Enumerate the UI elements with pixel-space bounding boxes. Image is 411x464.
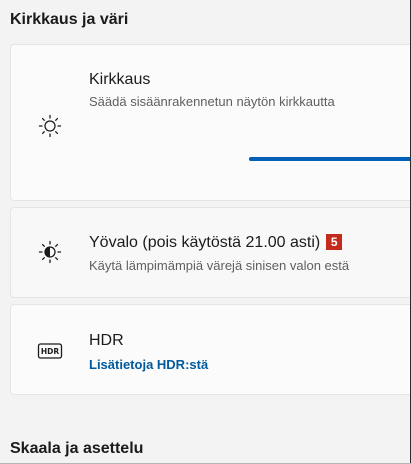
sun-icon [37,113,63,139]
night-light-icon [37,239,63,265]
hdr-card[interactable]: HDR HDR Lisätietoja HDR:stä [10,304,411,395]
section-title-brightness-color: Kirkkaus ja väri [10,11,129,28]
brightness-title: Kirkkaus [89,71,151,88]
night-light-card[interactable]: Yövalo (pois käytöstä 21.00 asti) 5 Käytä… [10,207,411,298]
night-light-title: Yövalo (pois käytöstä 21.00 asti) 5 [89,234,343,252]
section-title-scale-layout: Skaala ja asettelu [10,440,144,457]
svg-text:HDR: HDR [41,347,60,356]
hdr-icon: HDR [37,338,63,364]
hdr-title: HDR [89,332,124,349]
brightness-description: Säädä sisäänrakennetun näytön kirkkautta [89,94,335,109]
brightness-slider-fill [249,157,411,161]
hdr-learn-more-link[interactable]: Lisätietoja HDR:stä [89,357,208,372]
keyboard-badge: 5 [326,234,343,250]
night-light-description: Käytä lämpimämpiä värejä sinisen valon e… [89,258,350,273]
brightness-slider[interactable] [249,157,411,161]
brightness-card: Kirkkaus Säädä sisäänrakennetun näytön k… [10,44,411,201]
night-light-title-text: Yövalo (pois käytöstä 21.00 asti) [89,234,321,251]
